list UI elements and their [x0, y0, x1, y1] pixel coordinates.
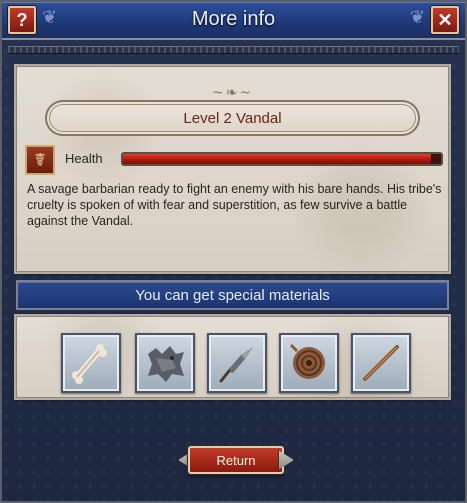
health-bar-fill [123, 154, 432, 164]
material-slot-rope[interactable] [279, 333, 339, 393]
button-wing-right-icon [278, 450, 294, 470]
more-info-window: ? ❦ More info ❦ ✕ ~❧~ Level 2 Vandal ☤ H… [0, 0, 467, 503]
materials-header: You can get special materials [16, 280, 449, 310]
unit-name: Level 2 Vandal [183, 109, 282, 127]
flourish-icon: ~❧~ [211, 85, 254, 101]
close-icon: ✕ [437, 9, 453, 30]
frame-strip [8, 46, 459, 54]
caduceus-icon: ☤ [25, 145, 55, 175]
rope-coil-icon [289, 343, 325, 379]
material-slot-bone[interactable] [61, 333, 121, 393]
health-row: ☤ Health [25, 145, 445, 175]
health-bar [121, 152, 443, 166]
material-slot-shaft[interactable] [351, 333, 411, 393]
wooden-shaft-icon [363, 345, 399, 381]
window-title: More info [191, 8, 276, 30]
unit-description: A savage barbarian ready to fight an ene… [27, 182, 442, 228]
unit-name-banner: Level 2 Vandal [45, 100, 420, 136]
materials-header-text: You can get special materials [135, 286, 330, 304]
health-label: Health [65, 151, 103, 166]
return-button[interactable]: Return [188, 446, 284, 474]
material-slot-spearhead[interactable] [207, 333, 267, 393]
title-bar: ? ❦ More info ❦ ✕ [2, 2, 465, 40]
ornament-right-icon: ❦ [409, 7, 425, 28]
materials-panel [16, 316, 449, 398]
animal-pelt-icon [148, 346, 184, 382]
close-button[interactable]: ✕ [431, 6, 459, 34]
bone-icon [72, 344, 107, 384]
material-slot-pelt[interactable] [135, 333, 195, 393]
spearhead-icon [219, 347, 253, 383]
unit-info-panel: ~❧~ Level 2 Vandal ☤ Health A savage bar… [16, 66, 449, 272]
return-button-label: Return [216, 452, 256, 468]
